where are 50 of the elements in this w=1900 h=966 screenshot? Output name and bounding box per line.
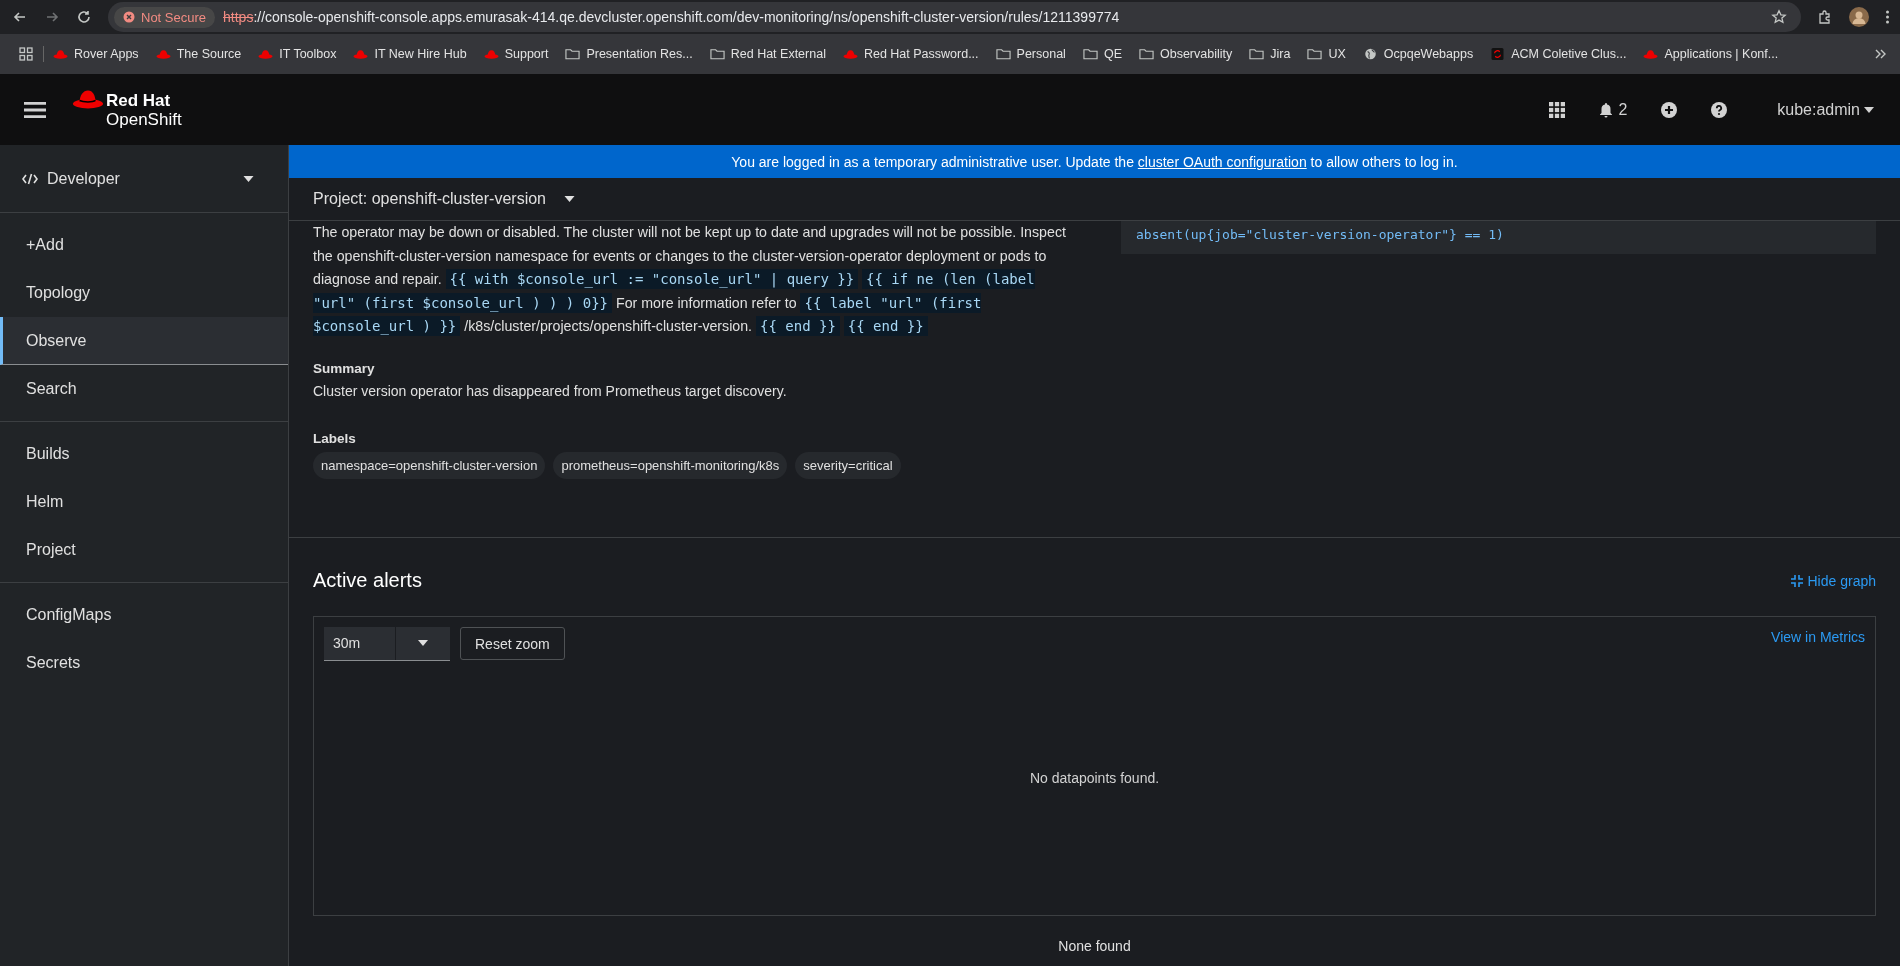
- bookmark[interactable]: Personal: [995, 47, 1066, 61]
- query-expression: absent(up{job="cluster-version-operator"} == 1): [1121, 221, 1876, 254]
- nav-item[interactable]: Project: [0, 526, 288, 574]
- oauth-config-link[interactable]: cluster OAuth configuration: [1137, 153, 1307, 170]
- bookmark[interactable]: QE: [1082, 47, 1122, 61]
- timespan-select[interactable]: 30m: [324, 626, 450, 661]
- nav-item[interactable]: ConfigMaps: [0, 591, 288, 639]
- nav-item[interactable]: Topology: [0, 269, 288, 317]
- address-bar[interactable]: Not Secure https://console-openshift-console.apps.emurasak-414.qe.devcluster.openshift.com/dev-monitoring/ns/openshift-cluster-version/rules/1211399774: [108, 2, 1801, 32]
- nav-item[interactable]: Builds: [0, 430, 288, 478]
- url-text: https://console-openshift-console.apps.emurasak-414.qe.devcluster.openshift.com/dev-monitoring/ns/openshift-cluster-version/rules/1211399774: [223, 9, 1120, 25]
- nav-item[interactable]: Observe: [0, 317, 288, 365]
- bookmark[interactable]: OcpqeWebapps: [1362, 47, 1474, 61]
- info-banner: You are logged in as a temporary administrative user. Update the cluster OAuth configuration to allow others to log in.: [289, 145, 1900, 178]
- section-heading: Summary: [313, 360, 376, 376]
- security-chip[interactable]: Not Secure: [114, 6, 216, 28]
- label-chip: severity=critical: [795, 451, 901, 479]
- bookmark[interactable]: Presentation Res...: [565, 47, 693, 61]
- reset-zoom-button[interactable]: Reset zoom: [460, 627, 565, 660]
- bookmark[interactable]: Red Hat Password...: [842, 47, 979, 61]
- bookmark[interactable]: Applications | Konf...: [1643, 47, 1779, 61]
- bookmark[interactable]: Red Hat External: [709, 47, 826, 61]
- bookmark[interactable]: IT New Hire Hub: [353, 47, 467, 61]
- description-text: The operator may be down or disabled. The cluster will not be kept up to date and upgrades will not be possible. Inspect the openshift-cluster-version namespace for events or changes to the cluster-version-operator deployment or pods to diagnose and repair. {{ with $console_url := "console_url" | query }} {{ if ne (len (label "url" (first $console_url ) ) ) 0}} For more information refer to {{ label "url" (first $console_url ) }} /k8s/cluster/projects/openshift-cluster-version. {{ end }} {{ end }}: [313, 223, 1067, 338]
- notifications-button[interactable]: 2: [1599, 100, 1628, 119]
- nav-item[interactable]: +Add: [0, 221, 288, 269]
- section-title: Active alerts: [313, 569, 422, 592]
- bookmark[interactable]: Observability: [1138, 47, 1233, 61]
- user-menu[interactable]: kube:admin: [1777, 100, 1874, 119]
- section-heading: Labels: [313, 430, 357, 446]
- hide-graph-link[interactable]: Hide graph: [1790, 572, 1876, 589]
- bookmark[interactable]: ACM Coletive Clus...: [1490, 47, 1627, 61]
- nav-item[interactable]: Search: [0, 365, 288, 413]
- summary-text: Cluster version operator has disappeared from Prometheus target discovery.: [313, 382, 788, 399]
- bookmark[interactable]: Support: [483, 47, 549, 61]
- label-chip: prometheus=openshift-monitoring/k8s: [553, 451, 788, 479]
- view-in-metrics-link[interactable]: View in Metrics: [1771, 628, 1865, 645]
- bookmark[interactable]: Jira: [1249, 47, 1291, 61]
- label-chip: namespace=openshift-cluster-version: [313, 451, 546, 479]
- bookmark[interactable]: The Source: [155, 47, 242, 61]
- bookmark[interactable]: Rover Apps: [53, 47, 139, 61]
- bookmark[interactable]: IT Toolbox: [258, 47, 337, 61]
- empty-table-message: None found: [1057, 937, 1132, 954]
- nav-item[interactable]: Secrets: [0, 639, 288, 687]
- empty-graph-message: No datapoints found.: [1028, 768, 1161, 788]
- nav-item[interactable]: Helm: [0, 478, 288, 526]
- perspective-switcher[interactable]: Developer: [0, 145, 288, 213]
- product-name: OpenShift: [106, 109, 182, 129]
- bookmark[interactable]: UX: [1307, 47, 1346, 61]
- brand-name: Red Hat: [106, 90, 172, 110]
